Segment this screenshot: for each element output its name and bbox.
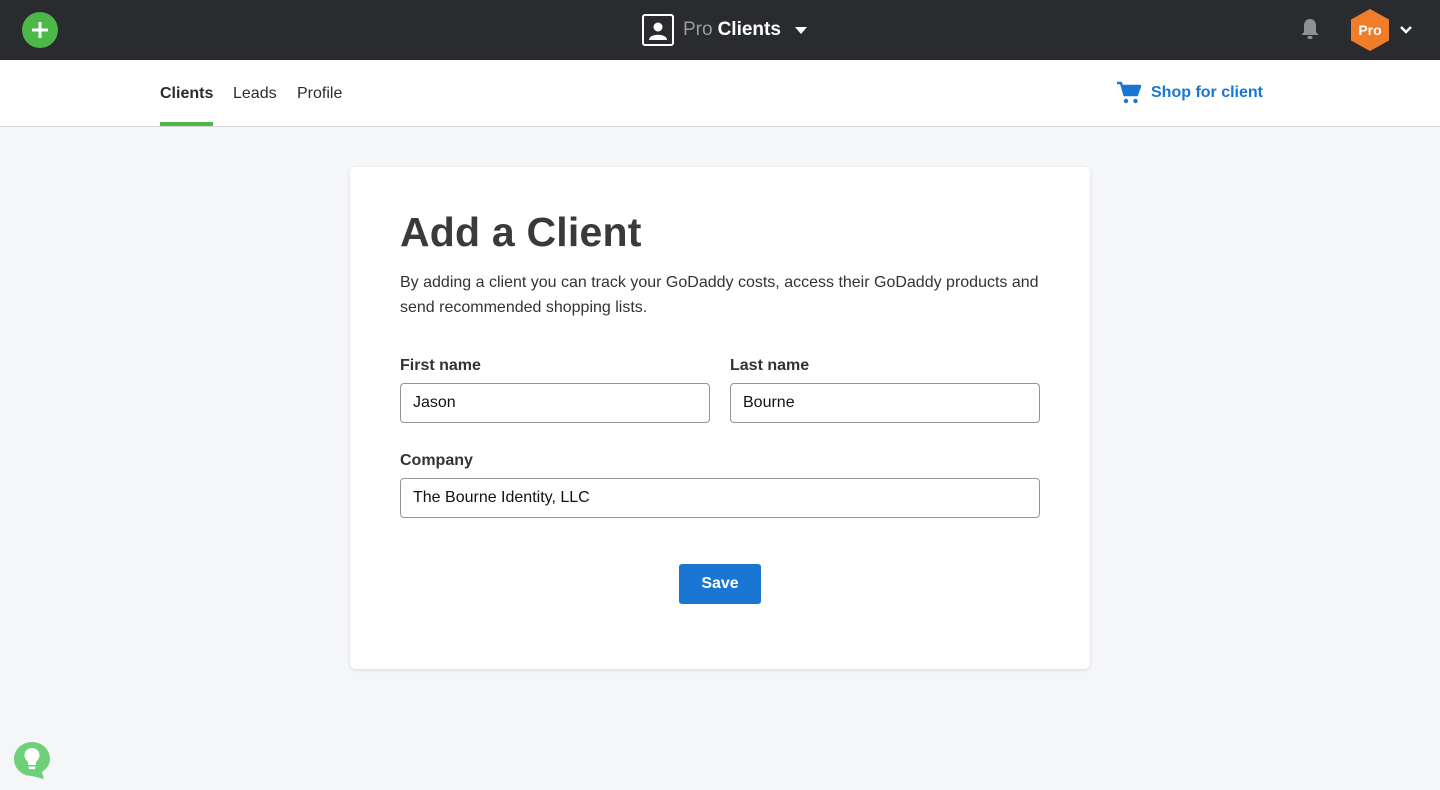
plus-icon	[32, 22, 48, 38]
client-card-icon	[642, 14, 674, 46]
last-name-field[interactable]	[730, 383, 1040, 423]
company-label: Company	[400, 452, 473, 469]
add-button[interactable]	[22, 12, 58, 48]
cart-icon	[1117, 81, 1142, 104]
company-field[interactable]	[400, 478, 1040, 518]
shop-for-client-link[interactable]: Shop for client	[1116, 79, 1263, 107]
save-button[interactable]: Save	[679, 564, 761, 604]
avatar-label: Pro	[1358, 22, 1382, 38]
tab-profile[interactable]: Profile	[297, 60, 342, 126]
brand-pro: Pro	[683, 19, 713, 40]
help-lightbulb-icon[interactable]	[12, 740, 52, 780]
chevron-down-icon[interactable]	[1399, 22, 1413, 38]
shop-for-client-label: Shop for client	[1151, 84, 1263, 101]
last-name-label: Last name	[730, 357, 810, 374]
caret-down-icon	[794, 26, 807, 34]
page-title: Add a Client	[400, 209, 642, 255]
bell-icon[interactable]	[1300, 18, 1320, 40]
first-name-field[interactable]	[400, 383, 710, 423]
top-bar: Pro Clients Pro	[0, 0, 1440, 60]
sub-navigation: Clients Leads Profile Shop for client	[0, 60, 1440, 127]
product-switcher[interactable]: Pro Clients	[642, 14, 807, 46]
add-client-card: Add a Client By adding a client you can …	[350, 167, 1090, 669]
tab-leads[interactable]: Leads	[233, 60, 277, 126]
avatar[interactable]: Pro	[1349, 8, 1391, 52]
tab-clients[interactable]: Clients	[160, 60, 213, 126]
page-description: By adding a client you can track your Go…	[400, 274, 1039, 316]
brand-clients: Clients	[717, 19, 781, 40]
first-name-label: First name	[400, 357, 481, 374]
